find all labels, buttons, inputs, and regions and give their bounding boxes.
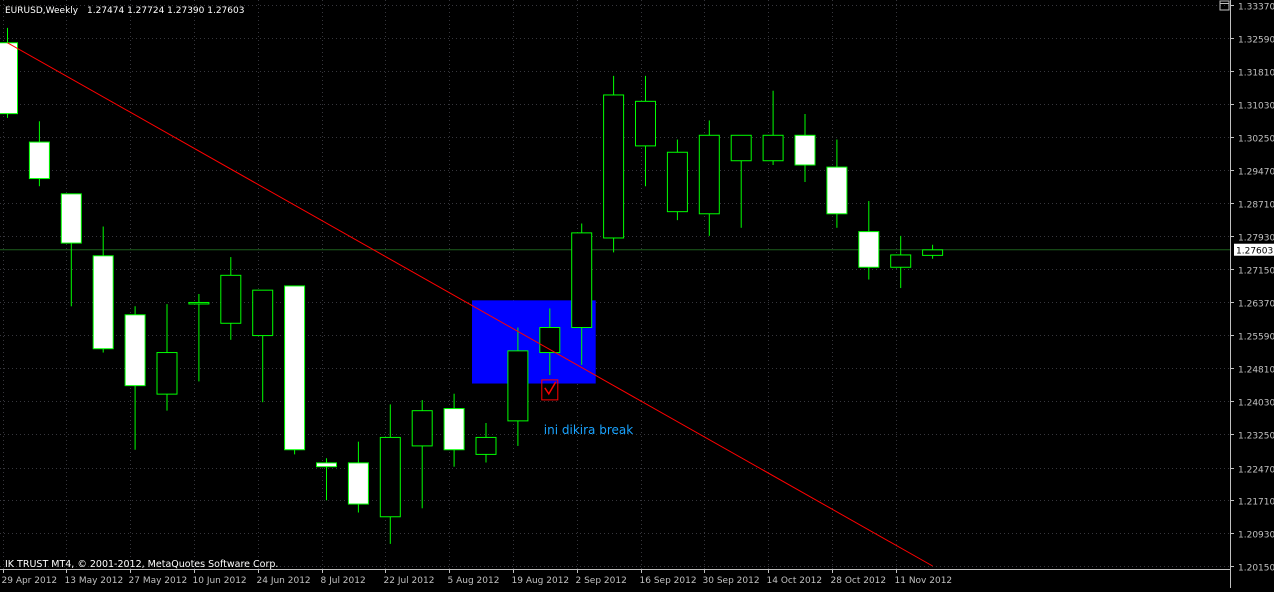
price-tick-label: 1.24810 — [1238, 366, 1274, 376]
candle-body-bearish — [0, 42, 18, 115]
price-tick-label: 1.30250 — [1238, 135, 1274, 145]
time-tick-label: 11 Nov 2012 — [895, 576, 953, 586]
price-tick-label: 1.31810 — [1238, 69, 1274, 79]
candle-body-bullish — [220, 274, 242, 324]
price-tick-label: 1.22470 — [1238, 466, 1274, 476]
chart-background — [0, 0, 1274, 588]
price-tick-label: 1.29470 — [1238, 168, 1274, 178]
candle-body-bullish — [379, 436, 401, 518]
candle-body-bearish — [826, 166, 848, 215]
candle-body-bearish — [347, 462, 369, 505]
candle-body-bullish — [571, 232, 593, 329]
price-tick-label: 1.20930 — [1238, 531, 1274, 541]
price-tick-label: 1.20150 — [1238, 564, 1274, 574]
candle-body-bearish — [92, 255, 114, 350]
time-tick-label: 22 Jul 2012 — [384, 576, 435, 586]
price-tick-label: 1.32590 — [1238, 36, 1274, 46]
candle-body-bullish — [762, 134, 784, 162]
candle-body-bullish — [475, 436, 497, 455]
price-tick-label: 1.25590 — [1238, 333, 1274, 343]
candle-body-bullish — [156, 352, 178, 395]
chart-ohlc: 1.27474 1.27724 1.27390 1.27603 — [87, 6, 244, 16]
candle-body-bullish — [698, 134, 720, 215]
chart-window[interactable]: ini dikira break 1.33370 1.32590 1.31810 1.3… — [0, 0, 1274, 588]
price-tick-label: 1.26370 — [1238, 300, 1274, 310]
candle — [284, 285, 306, 455]
price-tick-label: 1.24030 — [1238, 399, 1274, 409]
time-tick-label: 10 Jun 2012 — [193, 576, 247, 586]
time-tick-label: 5 Aug 2012 — [448, 576, 500, 586]
price-tick-label: 1.27150 — [1238, 267, 1274, 277]
candle-body-bullish — [507, 350, 529, 422]
time-tick-label: 27 May 2012 — [129, 576, 188, 586]
candle-body-bearish — [443, 408, 465, 451]
candle-body-bullish — [635, 100, 656, 147]
candle-body-bearish — [794, 134, 816, 166]
candle-body-bullish — [539, 327, 561, 354]
chart-symbol: EURUSD,Weekly — [5, 6, 79, 16]
candle-body-bearish — [858, 231, 880, 268]
candle-body-bullish — [666, 151, 688, 213]
candle-body-bearish — [28, 141, 50, 180]
time-tick-label: 19 Aug 2012 — [512, 576, 570, 586]
time-tick-label: 16 Sep 2012 — [640, 576, 697, 586]
time-tick-label: 14 Oct 2012 — [767, 576, 823, 586]
candle-body-bullish — [188, 301, 210, 305]
price-tick-label: 1.27930 — [1238, 234, 1274, 244]
candle-body-bullish — [890, 254, 912, 268]
candle-body-bullish — [603, 94, 625, 239]
time-tick-label: 24 Jun 2012 — [257, 576, 311, 586]
current-price-label: 1.27603 — [1236, 247, 1273, 257]
price-tick-label: 1.23250 — [1238, 432, 1274, 442]
candle-body-bullish — [411, 410, 433, 447]
candle-body-bearish — [284, 285, 306, 451]
time-tick-label: 13 May 2012 — [65, 576, 124, 586]
candle-body-bearish — [60, 193, 82, 244]
time-tick-label: 29 Apr 2012 — [2, 576, 58, 586]
candle-body-bullish — [922, 249, 944, 256]
price-tick-label: 1.21710 — [1238, 498, 1274, 508]
annotation-text: ini dikira break — [544, 423, 633, 437]
price-tick-label: 1.33370 — [1238, 3, 1274, 13]
time-tick-label: 8 Jul 2012 — [321, 576, 366, 586]
price-chart[interactable]: ini dikira break 1.33370 1.32590 1.31810 1.3… — [0, 0, 1274, 588]
time-tick-label: 2 Sep 2012 — [576, 576, 627, 586]
candle — [603, 75, 625, 253]
time-tick-label: 28 Oct 2012 — [831, 576, 887, 586]
candle-body-bullish — [730, 134, 752, 162]
candle-body-bearish — [124, 314, 146, 387]
price-tick-label: 1.28710 — [1238, 201, 1274, 211]
candle-body-bullish — [252, 289, 274, 337]
candle-body-bearish — [316, 462, 337, 468]
price-tick-label: 1.31030 — [1238, 102, 1274, 112]
time-tick-label: 30 Sep 2012 — [703, 576, 760, 586]
copyright-text: IK TRUST MT4, © 2001-2012, MetaQuotes So… — [5, 559, 278, 570]
